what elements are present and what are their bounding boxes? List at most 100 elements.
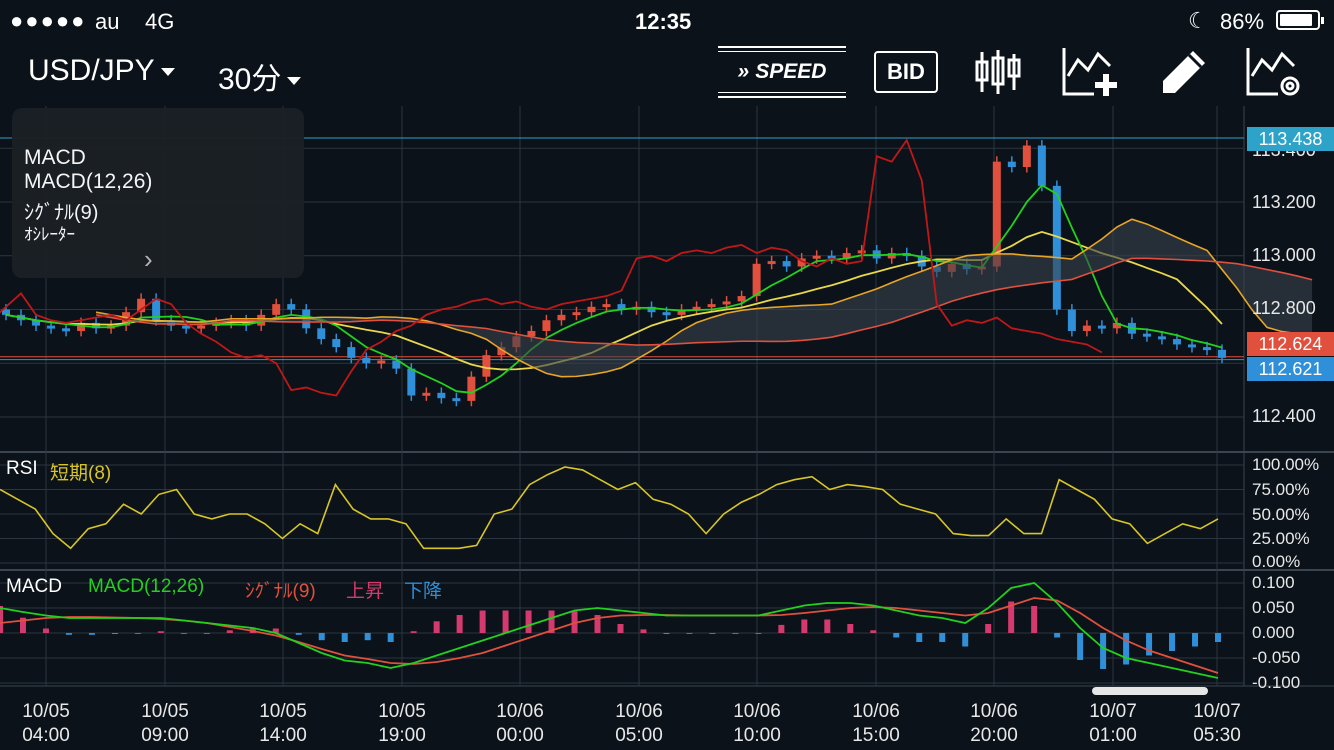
candle-body xyxy=(1007,161,1016,168)
bid-label: BID xyxy=(874,51,938,93)
macd-histogram-bar xyxy=(203,633,210,634)
macd-histogram-bar xyxy=(870,630,877,633)
carrier-label: au xyxy=(95,9,120,34)
speed-label: SPEED xyxy=(755,60,827,83)
chevron-right-icon[interactable]: › xyxy=(144,244,153,275)
macd-histogram-bar xyxy=(778,624,785,633)
candle-body xyxy=(1022,145,1031,168)
macd-histogram-bar xyxy=(709,633,716,634)
macd-histogram-bar xyxy=(1054,633,1061,638)
macd-histogram-bar xyxy=(341,633,348,642)
ask-price-label: 112.624 xyxy=(1247,332,1334,356)
macd-histogram-bar xyxy=(456,615,463,633)
chart-scrollbar[interactable] xyxy=(1092,687,1208,695)
candle-body xyxy=(1172,339,1181,345)
candle-body xyxy=(557,314,566,321)
macd-histogram-bar xyxy=(88,633,95,635)
network-label: 4G xyxy=(145,9,175,34)
macd-histogram-bar xyxy=(1215,633,1221,642)
period-selector[interactable]: 30分 xyxy=(218,54,302,98)
macd-axis-label: 0.050 xyxy=(1252,598,1295,617)
chevron-down-icon xyxy=(287,77,302,86)
macd-histogram-bar xyxy=(134,633,141,634)
candle-body xyxy=(1052,185,1061,310)
candle-body xyxy=(1187,344,1196,348)
candle-body xyxy=(377,360,386,364)
time-axis-label: 10/06 05:00 xyxy=(615,701,663,746)
macd-histogram-bar xyxy=(0,606,3,633)
candle-body xyxy=(1067,309,1076,331)
price-axis-label: 113.200 xyxy=(1252,192,1316,212)
clock: 12:35 xyxy=(635,9,692,34)
candle-body xyxy=(272,304,281,315)
chart-settings-button[interactable] xyxy=(1244,42,1304,102)
macd-histogram-bar xyxy=(295,633,302,635)
macd-histogram-bar xyxy=(893,633,900,638)
symbol-selector[interactable]: USD/JPY xyxy=(28,54,175,88)
rsi-axis-label: 50.00% xyxy=(1252,505,1310,524)
period-label: 30分 xyxy=(218,63,282,96)
candle-body xyxy=(482,355,491,377)
price-axis-label: 112.800 xyxy=(1252,298,1316,318)
candlestick-icon xyxy=(975,50,1021,94)
draw-tool-button[interactable] xyxy=(1156,42,1212,102)
rsi-axis-label: 75.00% xyxy=(1252,480,1310,499)
signal-strength-icon: ●●●●● xyxy=(10,8,87,33)
signal-line-label[interactable]: ｼｸﾞﾅﾙ(9) xyxy=(245,576,316,603)
candle-body xyxy=(47,325,56,329)
candle-body xyxy=(347,347,356,358)
macd-axis-label: 0.100 xyxy=(1252,573,1295,592)
speed-arrow-icon: » xyxy=(737,60,750,83)
macd-histogram-bar xyxy=(502,610,509,633)
macd-histogram-bar xyxy=(364,633,371,641)
candle-body xyxy=(587,306,596,313)
candle-body xyxy=(1157,336,1166,340)
speed-order-button[interactable]: » SPEED xyxy=(718,42,846,102)
macd-histogram-bar xyxy=(939,633,946,642)
macd-histogram-bar xyxy=(916,633,923,642)
macd-histogram-bar xyxy=(1077,633,1084,660)
macd-line-label[interactable]: MACD(12,26) xyxy=(88,576,204,598)
macd-panel-name: MACD xyxy=(6,576,62,597)
info-title: MACD xyxy=(24,146,86,169)
candle-body xyxy=(1202,347,1211,351)
candle-body xyxy=(437,392,446,399)
add-indicator-icon xyxy=(1062,48,1117,96)
time-axis-label: 10/06 20:00 xyxy=(970,701,1018,746)
macd-histogram-bar xyxy=(433,621,440,633)
candle-body xyxy=(602,304,611,308)
rsi-axis-label: 25.00% xyxy=(1252,529,1310,548)
chart-type-button[interactable] xyxy=(968,42,1028,102)
candle-body xyxy=(722,301,731,305)
candle-body xyxy=(422,392,431,396)
candle-body xyxy=(197,325,206,329)
candle-body xyxy=(287,304,296,310)
macd-histogram-bar xyxy=(1169,633,1176,651)
last-price-label: 113.438 xyxy=(1247,127,1334,151)
macd-axis-label: -0.100 xyxy=(1252,673,1301,692)
macd-histogram-bar xyxy=(410,631,417,633)
candle-body xyxy=(1097,325,1106,329)
candle-body xyxy=(857,250,866,254)
time-axis-label: 10/06 00:00 xyxy=(496,701,544,746)
macd-histogram-bar xyxy=(755,633,762,634)
macd-axis-label: -0.050 xyxy=(1252,648,1301,667)
macd-axis-label: 0.000 xyxy=(1252,623,1295,642)
macd-histogram-bar xyxy=(111,633,118,634)
rsi-period-label[interactable]: 短期(8) xyxy=(50,458,111,485)
battery-icon xyxy=(1276,10,1324,30)
bid-ask-toggle-button[interactable]: BID xyxy=(874,42,938,102)
time-axis-label: 10/05 09:00 xyxy=(141,701,189,746)
macd-histogram-bar xyxy=(226,630,233,633)
candle-body xyxy=(812,255,821,259)
candle-body xyxy=(182,325,191,329)
macd-histogram-bar xyxy=(525,610,532,633)
symbol-label: USD/JPY xyxy=(28,54,155,87)
candle-body xyxy=(572,312,581,316)
indicator-info-panel[interactable]: MACD MACD(12,26) ｼｸﾞﾅﾙ(9) ｵｼﾚｰﾀｰ › xyxy=(12,108,304,278)
add-indicator-button[interactable] xyxy=(1058,42,1122,102)
candle-body xyxy=(782,261,791,267)
candle-body xyxy=(317,328,326,340)
candle-body xyxy=(752,263,761,297)
time-axis-label: 10/07 01:00 xyxy=(1089,701,1137,746)
